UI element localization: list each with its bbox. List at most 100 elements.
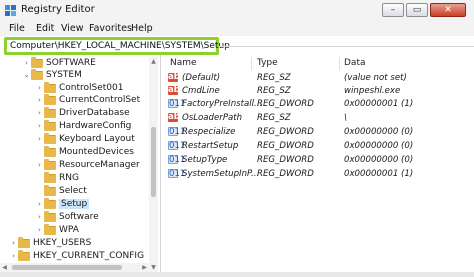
minimize-icon: – [390,5,396,15]
tree-item-hkey-users[interactable]: › HKEY_USERS [9,236,91,249]
menu-file[interactable]: File [9,23,25,34]
list-item[interactable]: 011 FactoryPreInstall... REG_DWORD 0x000… [168,99,474,111]
dword-value-icon: 011 [168,127,186,137]
tree-item-software[interactable]: › SOFTWARE [22,57,96,69]
expand-arrow-icon[interactable]: › [35,161,44,169]
tree-item-label: ResourceManager [59,160,140,170]
list-item[interactable]: 011 RestartSetup REG_DWORD 0x00000000 (0… [168,141,474,153]
tree-item-label: HardwareConfig [59,121,132,131]
menu-favorites[interactable]: Favorites [89,23,132,34]
value-type: REG_SZ [257,113,291,123]
column-divider[interactable] [251,57,252,70]
scroll-right-icon[interactable]: ▶ [140,263,149,272]
value-name: Respecialize [182,127,236,137]
tree-vertical-scrollbar[interactable]: ▲ ▼ [149,57,158,272]
tree-item-mounteddevices[interactable]: MountedDevices [35,145,134,158]
value-type: REG_DWORD [257,155,314,165]
list-item[interactable]: 011 Respecialize REG_DWORD 0x00000000 (0… [168,127,474,139]
value-name: SetupType [182,155,228,165]
title-bar[interactable]: Registry Editor – ▭ ✕ [0,0,474,22]
expand-arrow-icon[interactable]: › [9,239,18,247]
tree-item-label: DriverDatabase [59,108,130,118]
scroll-thumb[interactable] [12,265,122,270]
folder-icon [44,210,56,222]
value-name: (Default) [182,73,221,83]
expand-arrow-icon[interactable]: › [35,84,44,92]
maximize-button[interactable]: ▭ [406,3,428,17]
tree-item-label: SOFTWARE [46,58,96,68]
close-icon: ✕ [444,5,452,15]
expand-arrow-icon[interactable]: › [35,109,44,117]
folder-icon [18,236,30,248]
menu-edit[interactable]: Edit [36,23,54,34]
value-data: (value not set) [344,73,407,83]
value-name: FactoryPreInstall... [182,99,263,109]
expand-arrow-icon[interactable]: › [35,135,44,143]
tree-item-currentcontrolset[interactable]: › CurrentControlSet [35,93,141,106]
folder-icon [31,57,43,68]
tree-item-driverdatabase[interactable]: › DriverDatabase [35,106,130,119]
value-name: OsLoaderPath [182,113,243,123]
menu-view[interactable]: View [61,23,84,34]
minimize-button[interactable]: – [382,3,404,17]
list-item[interactable]: 011 SetupType REG_DWORD 0x00000000 (0) [168,155,474,167]
close-button[interactable]: ✕ [430,3,466,17]
value-name: RestartSetup [182,141,239,151]
tree-item-software-sub[interactable]: › Software [35,210,99,223]
value-type: REG_SZ [257,73,291,83]
scroll-up-icon[interactable]: ▲ [149,57,158,66]
tree-item-system[interactable]: ⌄ SYSTEM [22,68,82,81]
expand-arrow-icon[interactable]: › [22,59,31,67]
tree-item-label: RNG [59,173,79,183]
expand-arrow-icon[interactable]: › [35,213,44,221]
expand-arrow-icon[interactable]: › [35,122,44,130]
tree-item-label: HKEY_CURRENT_CONFIG [33,251,145,261]
column-name[interactable]: Name [170,58,197,68]
tree-item-wpa[interactable]: › WPA [35,223,79,236]
tree-item-hkey-current-config[interactable]: › HKEY_CURRENT_CONFIG [9,249,145,262]
expand-arrow-icon[interactable]: › [35,226,44,234]
tree-item-setup[interactable]: › Setup [35,197,90,210]
value-data: 0x00000000 (0) [344,127,414,137]
value-data: 0x00000000 (0) [344,141,414,151]
tree-horizontal-scrollbar[interactable]: ◀ ▶ [0,263,149,272]
list-item[interactable]: 011 SystemSetupInP... REG_DWORD 0x000000… [168,169,474,181]
folder-icon [44,171,56,183]
column-divider[interactable] [339,57,340,70]
scroll-left-icon[interactable]: ◀ [0,263,9,272]
scroll-down-icon[interactable]: ▼ [149,263,158,272]
folder-icon [44,158,56,170]
address-bar[interactable]: Computer\HKEY_LOCAL_MACHINE\SYSTEM\Setup [4,37,230,55]
expand-arrow-icon[interactable]: › [35,200,44,208]
scroll-thumb[interactable] [151,127,156,197]
values-header: Name Type Data [161,57,474,70]
value-data: \ [344,113,347,123]
tree-item-hardwareconfig[interactable]: › HardwareConfig [35,119,132,132]
tree-item-controlset001[interactable]: › ControlSet001 [35,81,124,94]
string-value-icon: ab [168,112,180,122]
value-type: REG_SZ [257,86,291,96]
tree-item-label: MountedDevices [59,147,134,157]
expand-arrow-icon[interactable]: › [35,96,44,104]
menu-help[interactable]: Help [131,23,153,34]
list-item[interactable]: ab OsLoaderPath REG_SZ \ [168,113,474,125]
tree-item-keyboard-layout[interactable]: › Keyboard Layout [35,132,135,145]
address-bar-divider [219,46,474,47]
value-data: 0x00000000 (0) [344,155,414,165]
column-data[interactable]: Data [344,58,366,68]
folder-icon [18,249,30,261]
list-item[interactable]: ab (Default) REG_SZ (value not set) [168,73,474,85]
tree-item-rng[interactable]: RNG [35,171,79,184]
list-item[interactable]: ab CmdLine REG_SZ winpeshl.exe [168,86,474,98]
tree-item-resourcemanager[interactable]: › ResourceManager [35,158,140,171]
folder-icon [44,145,56,157]
tree-item-label: Keyboard Layout [59,134,135,144]
collapse-arrow-icon[interactable]: ⌄ [22,71,31,79]
tree-item-select[interactable]: Select [35,184,87,197]
column-type[interactable]: Type [257,58,278,68]
registry-editor-window: Registry Editor – ▭ ✕ File Edit View Fav… [0,0,474,277]
pane-splitter[interactable] [160,55,161,272]
folder-icon [44,119,56,131]
tree-item-label: CurrentControlSet [59,95,141,105]
expand-arrow-icon[interactable]: › [9,252,18,260]
